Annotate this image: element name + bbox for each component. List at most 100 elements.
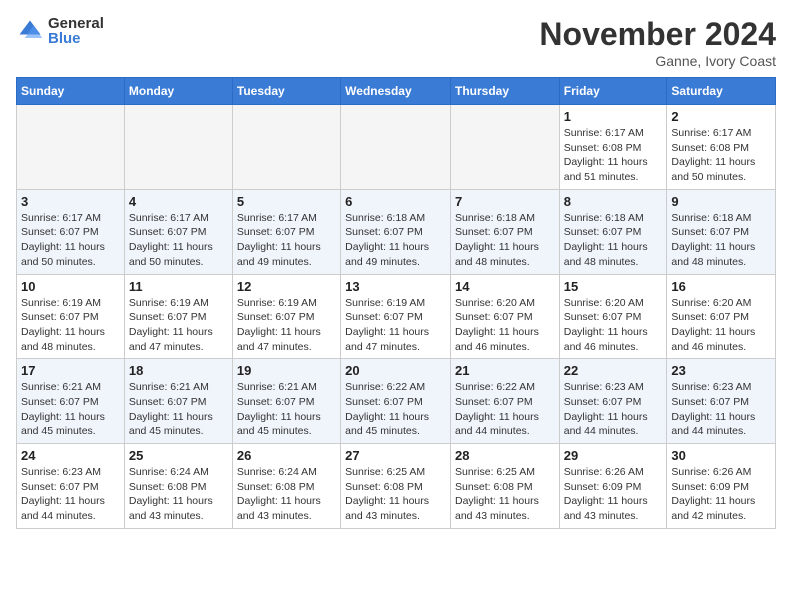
day-info: Sunrise: 6:17 AM Sunset: 6:08 PM Dayligh… (671, 126, 771, 185)
day-info: Sunrise: 6:18 AM Sunset: 6:07 PM Dayligh… (671, 211, 771, 270)
calendar-table: SundayMondayTuesdayWednesdayThursdayFrid… (16, 77, 776, 529)
weekday-header-saturday: Saturday (667, 78, 776, 105)
calendar-cell: 6 Sunrise: 6:18 AM Sunset: 6:07 PM Daylig… (341, 189, 451, 274)
calendar-week-5: 24Sunrise: 6:23 AM Sunset: 6:07 PM Dayli… (17, 444, 776, 529)
calendar-cell: 9 Sunrise: 6:18 AM Sunset: 6:07 PM Daylig… (667, 189, 776, 274)
weekday-header-thursday: Thursday (450, 78, 559, 105)
page-header: General Blue November 2024 Ganne, Ivory … (16, 16, 776, 69)
day-info: Sunrise: 6:19 AM Sunset: 6:07 PM Dayligh… (21, 296, 120, 355)
calendar-cell: 23 Sunrise: 6:23 AM Sunset: 6:07 PM Dayli… (667, 359, 776, 444)
day-number: 29 (564, 448, 663, 463)
calendar-cell: 5 Sunrise: 6:17 AM Sunset: 6:07 PM Daylig… (232, 189, 340, 274)
day-info: Sunrise: 6:19 AM Sunset: 6:07 PM Dayligh… (129, 296, 228, 355)
day-info: Sunrise: 6:18 AM Sunset: 6:07 PM Dayligh… (455, 211, 555, 270)
day-info: Sunrise: 6:18 AM Sunset: 6:07 PM Dayligh… (345, 211, 446, 270)
calendar-cell: 30 Sunrise: 6:26 AM Sunset: 6:09 PM Dayli… (667, 444, 776, 529)
calendar-cell: 20 Sunrise: 6:22 AM Sunset: 6:07 PM Dayli… (341, 359, 451, 444)
day-info: Sunrise: 6:17 AM Sunset: 6:07 PM Dayligh… (21, 211, 120, 270)
day-number: 9 (671, 194, 771, 209)
calendar-cell: 29 Sunrise: 6:26 AM Sunset: 6:09 PM Dayli… (559, 444, 667, 529)
day-info: Sunrise: 6:20 AM Sunset: 6:07 PM Dayligh… (671, 296, 771, 355)
calendar-week-1: 1 Sunrise: 6:17 AM Sunset: 6:08 PM Daylig… (17, 105, 776, 190)
calendar-cell (17, 105, 125, 190)
calendar-cell: 2Sunrise: 6:17 AM Sunset: 6:08 PM Daylig… (667, 105, 776, 190)
day-number: 10 (21, 279, 120, 294)
logo-icon (16, 17, 44, 45)
calendar-cell (450, 105, 559, 190)
calendar-cell (341, 105, 451, 190)
calendar-cell: 27 Sunrise: 6:25 AM Sunset: 6:08 PM Dayli… (341, 444, 451, 529)
logo-blue-text: Blue (48, 31, 104, 46)
day-number: 18 (129, 363, 228, 378)
weekday-header-sunday: Sunday (17, 78, 125, 105)
calendar-cell: 7 Sunrise: 6:18 AM Sunset: 6:07 PM Daylig… (450, 189, 559, 274)
day-info: Sunrise: 6:26 AM Sunset: 6:09 PM Dayligh… (564, 465, 663, 524)
calendar-week-3: 10 Sunrise: 6:19 AM Sunset: 6:07 PM Dayli… (17, 274, 776, 359)
day-number: 7 (455, 194, 555, 209)
calendar-cell (232, 105, 340, 190)
month-title: November 2024 (539, 16, 776, 53)
day-number: 27 (345, 448, 446, 463)
day-number: 19 (237, 363, 336, 378)
logo-general-text: General (48, 16, 104, 31)
weekday-header-friday: Friday (559, 78, 667, 105)
calendar-cell: 16 Sunrise: 6:20 AM Sunset: 6:07 PM Dayli… (667, 274, 776, 359)
calendar-cell: 15Sunrise: 6:20 AM Sunset: 6:07 PM Dayli… (559, 274, 667, 359)
calendar-cell: 25Sunrise: 6:24 AM Sunset: 6:08 PM Dayli… (124, 444, 232, 529)
day-number: 26 (237, 448, 336, 463)
calendar-cell: 24Sunrise: 6:23 AM Sunset: 6:07 PM Dayli… (17, 444, 125, 529)
calendar-cell: 4 Sunrise: 6:17 AM Sunset: 6:07 PM Daylig… (124, 189, 232, 274)
calendar-cell: 11Sunrise: 6:19 AM Sunset: 6:07 PM Dayli… (124, 274, 232, 359)
day-info: Sunrise: 6:25 AM Sunset: 6:08 PM Dayligh… (455, 465, 555, 524)
day-info: Sunrise: 6:22 AM Sunset: 6:07 PM Dayligh… (345, 380, 446, 439)
day-number: 8 (564, 194, 663, 209)
weekday-header-tuesday: Tuesday (232, 78, 340, 105)
day-number: 6 (345, 194, 446, 209)
day-number: 16 (671, 279, 771, 294)
day-info: Sunrise: 6:21 AM Sunset: 6:07 PM Dayligh… (129, 380, 228, 439)
day-number: 13 (345, 279, 446, 294)
day-info: Sunrise: 6:23 AM Sunset: 6:07 PM Dayligh… (671, 380, 771, 439)
calendar-cell: 10 Sunrise: 6:19 AM Sunset: 6:07 PM Dayli… (17, 274, 125, 359)
day-info: Sunrise: 6:18 AM Sunset: 6:07 PM Dayligh… (564, 211, 663, 270)
calendar-cell: 26Sunrise: 6:24 AM Sunset: 6:08 PM Dayli… (232, 444, 340, 529)
calendar-cell: 8 Sunrise: 6:18 AM Sunset: 6:07 PM Daylig… (559, 189, 667, 274)
day-number: 4 (129, 194, 228, 209)
day-info: Sunrise: 6:21 AM Sunset: 6:07 PM Dayligh… (21, 380, 120, 439)
day-number: 25 (129, 448, 228, 463)
weekday-header-monday: Monday (124, 78, 232, 105)
day-number: 23 (671, 363, 771, 378)
day-number: 21 (455, 363, 555, 378)
day-info: Sunrise: 6:17 AM Sunset: 6:08 PM Dayligh… (564, 126, 663, 185)
day-info: Sunrise: 6:20 AM Sunset: 6:07 PM Dayligh… (455, 296, 555, 355)
calendar-cell: 14 Sunrise: 6:20 AM Sunset: 6:07 PM Dayli… (450, 274, 559, 359)
logo-text: General Blue (48, 16, 104, 46)
day-number: 14 (455, 279, 555, 294)
title-area: November 2024 Ganne, Ivory Coast (539, 16, 776, 69)
calendar-week-2: 3 Sunrise: 6:17 AM Sunset: 6:07 PM Daylig… (17, 189, 776, 274)
day-number: 3 (21, 194, 120, 209)
day-number: 22 (564, 363, 663, 378)
day-info: Sunrise: 6:25 AM Sunset: 6:08 PM Dayligh… (345, 465, 446, 524)
calendar-cell: 3 Sunrise: 6:17 AM Sunset: 6:07 PM Daylig… (17, 189, 125, 274)
day-info: Sunrise: 6:17 AM Sunset: 6:07 PM Dayligh… (237, 211, 336, 270)
calendar-cell: 19 Sunrise: 6:21 AM Sunset: 6:07 PM Dayli… (232, 359, 340, 444)
calendar-cell: 1 Sunrise: 6:17 AM Sunset: 6:08 PM Daylig… (559, 105, 667, 190)
calendar-week-4: 17 Sunrise: 6:21 AM Sunset: 6:07 PM Dayli… (17, 359, 776, 444)
day-number: 1 (564, 109, 663, 124)
calendar-cell: 12 Sunrise: 6:19 AM Sunset: 6:07 PM Dayli… (232, 274, 340, 359)
day-number: 30 (671, 448, 771, 463)
calendar-cell: 17 Sunrise: 6:21 AM Sunset: 6:07 PM Dayli… (17, 359, 125, 444)
logo[interactable]: General Blue (16, 16, 104, 46)
day-number: 12 (237, 279, 336, 294)
day-info: Sunrise: 6:21 AM Sunset: 6:07 PM Dayligh… (237, 380, 336, 439)
day-number: 17 (21, 363, 120, 378)
day-number: 28 (455, 448, 555, 463)
day-info: Sunrise: 6:17 AM Sunset: 6:07 PM Dayligh… (129, 211, 228, 270)
day-number: 5 (237, 194, 336, 209)
day-info: Sunrise: 6:19 AM Sunset: 6:07 PM Dayligh… (237, 296, 336, 355)
location: Ganne, Ivory Coast (539, 53, 776, 69)
weekday-header-wednesday: Wednesday (341, 78, 451, 105)
day-info: Sunrise: 6:26 AM Sunset: 6:09 PM Dayligh… (671, 465, 771, 524)
day-number: 20 (345, 363, 446, 378)
